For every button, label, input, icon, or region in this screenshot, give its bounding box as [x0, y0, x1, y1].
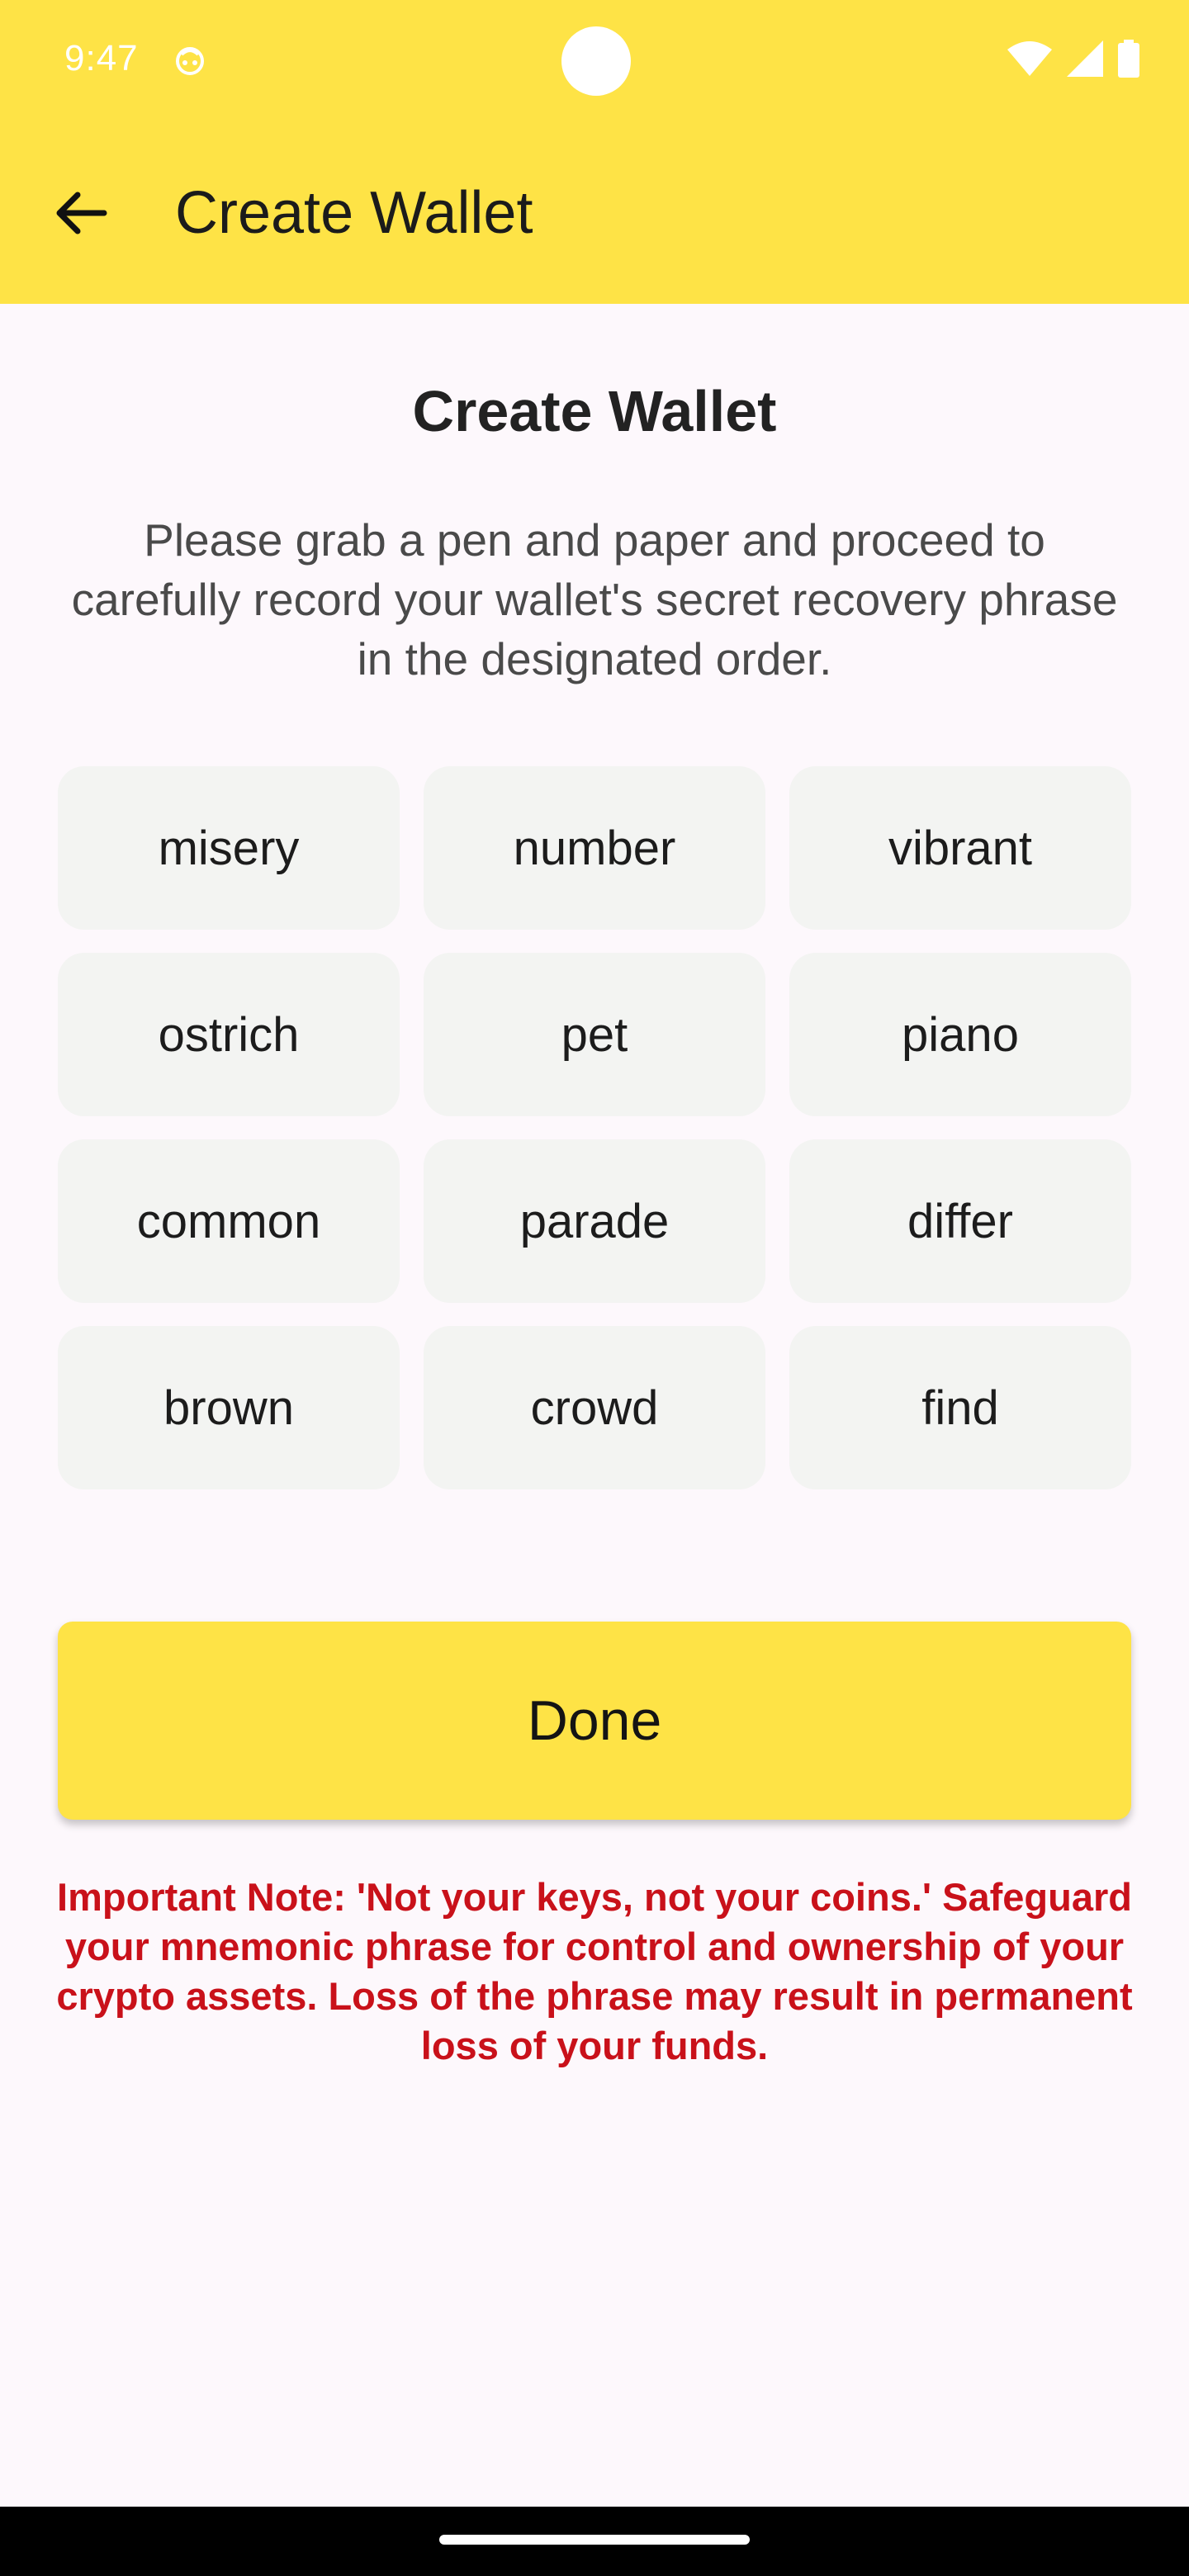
phrase-word-1: misery — [58, 766, 400, 930]
battery-icon — [1118, 40, 1139, 78]
phrase-word-8: parade — [424, 1139, 765, 1303]
phrase-word-11: crowd — [424, 1326, 765, 1489]
phrase-word-5: pet — [424, 953, 765, 1116]
screen: 9:47 Create Wallet Create Wallet Please … — [0, 0, 1189, 2576]
instructions-text: Please grab a pen and paper and proceed … — [71, 514, 1118, 684]
signal-icon — [1067, 40, 1103, 77]
wifi-icon — [1007, 41, 1052, 76]
phrase-word-12: find — [789, 1326, 1131, 1489]
camera-cutout — [561, 26, 631, 96]
phrase-word-3: vibrant — [789, 766, 1131, 930]
phrase-word-7: common — [58, 1139, 400, 1303]
page-title: Create Wallet — [412, 379, 777, 443]
status-time: 9:47 — [64, 38, 139, 78]
status-icons — [1007, 40, 1139, 78]
important-note: Important Note: 'Not your keys, not your… — [56, 1875, 1133, 2067]
done-button[interactable]: Done — [58, 1622, 1131, 1820]
arrow-left-icon — [56, 192, 107, 234]
header: 9:47 Create Wallet — [0, 0, 1189, 304]
phrase-word-10: brown — [58, 1326, 400, 1489]
phrase-word-9: differ — [789, 1139, 1131, 1303]
navigation-bar — [0, 2507, 1189, 2576]
phrase-word-2: number — [424, 766, 765, 930]
recovery-phrase-grid: misery number vibrant ostrich pet piano … — [58, 766, 1131, 1489]
phrase-word-4: ostrich — [58, 953, 400, 1116]
home-gesture-handle[interactable] — [439, 2535, 750, 2545]
phrase-word-6: piano — [789, 953, 1131, 1116]
back-button[interactable] — [48, 180, 114, 246]
notification-app-icon — [176, 47, 204, 75]
app-bar-title: Create Wallet — [175, 180, 533, 246]
